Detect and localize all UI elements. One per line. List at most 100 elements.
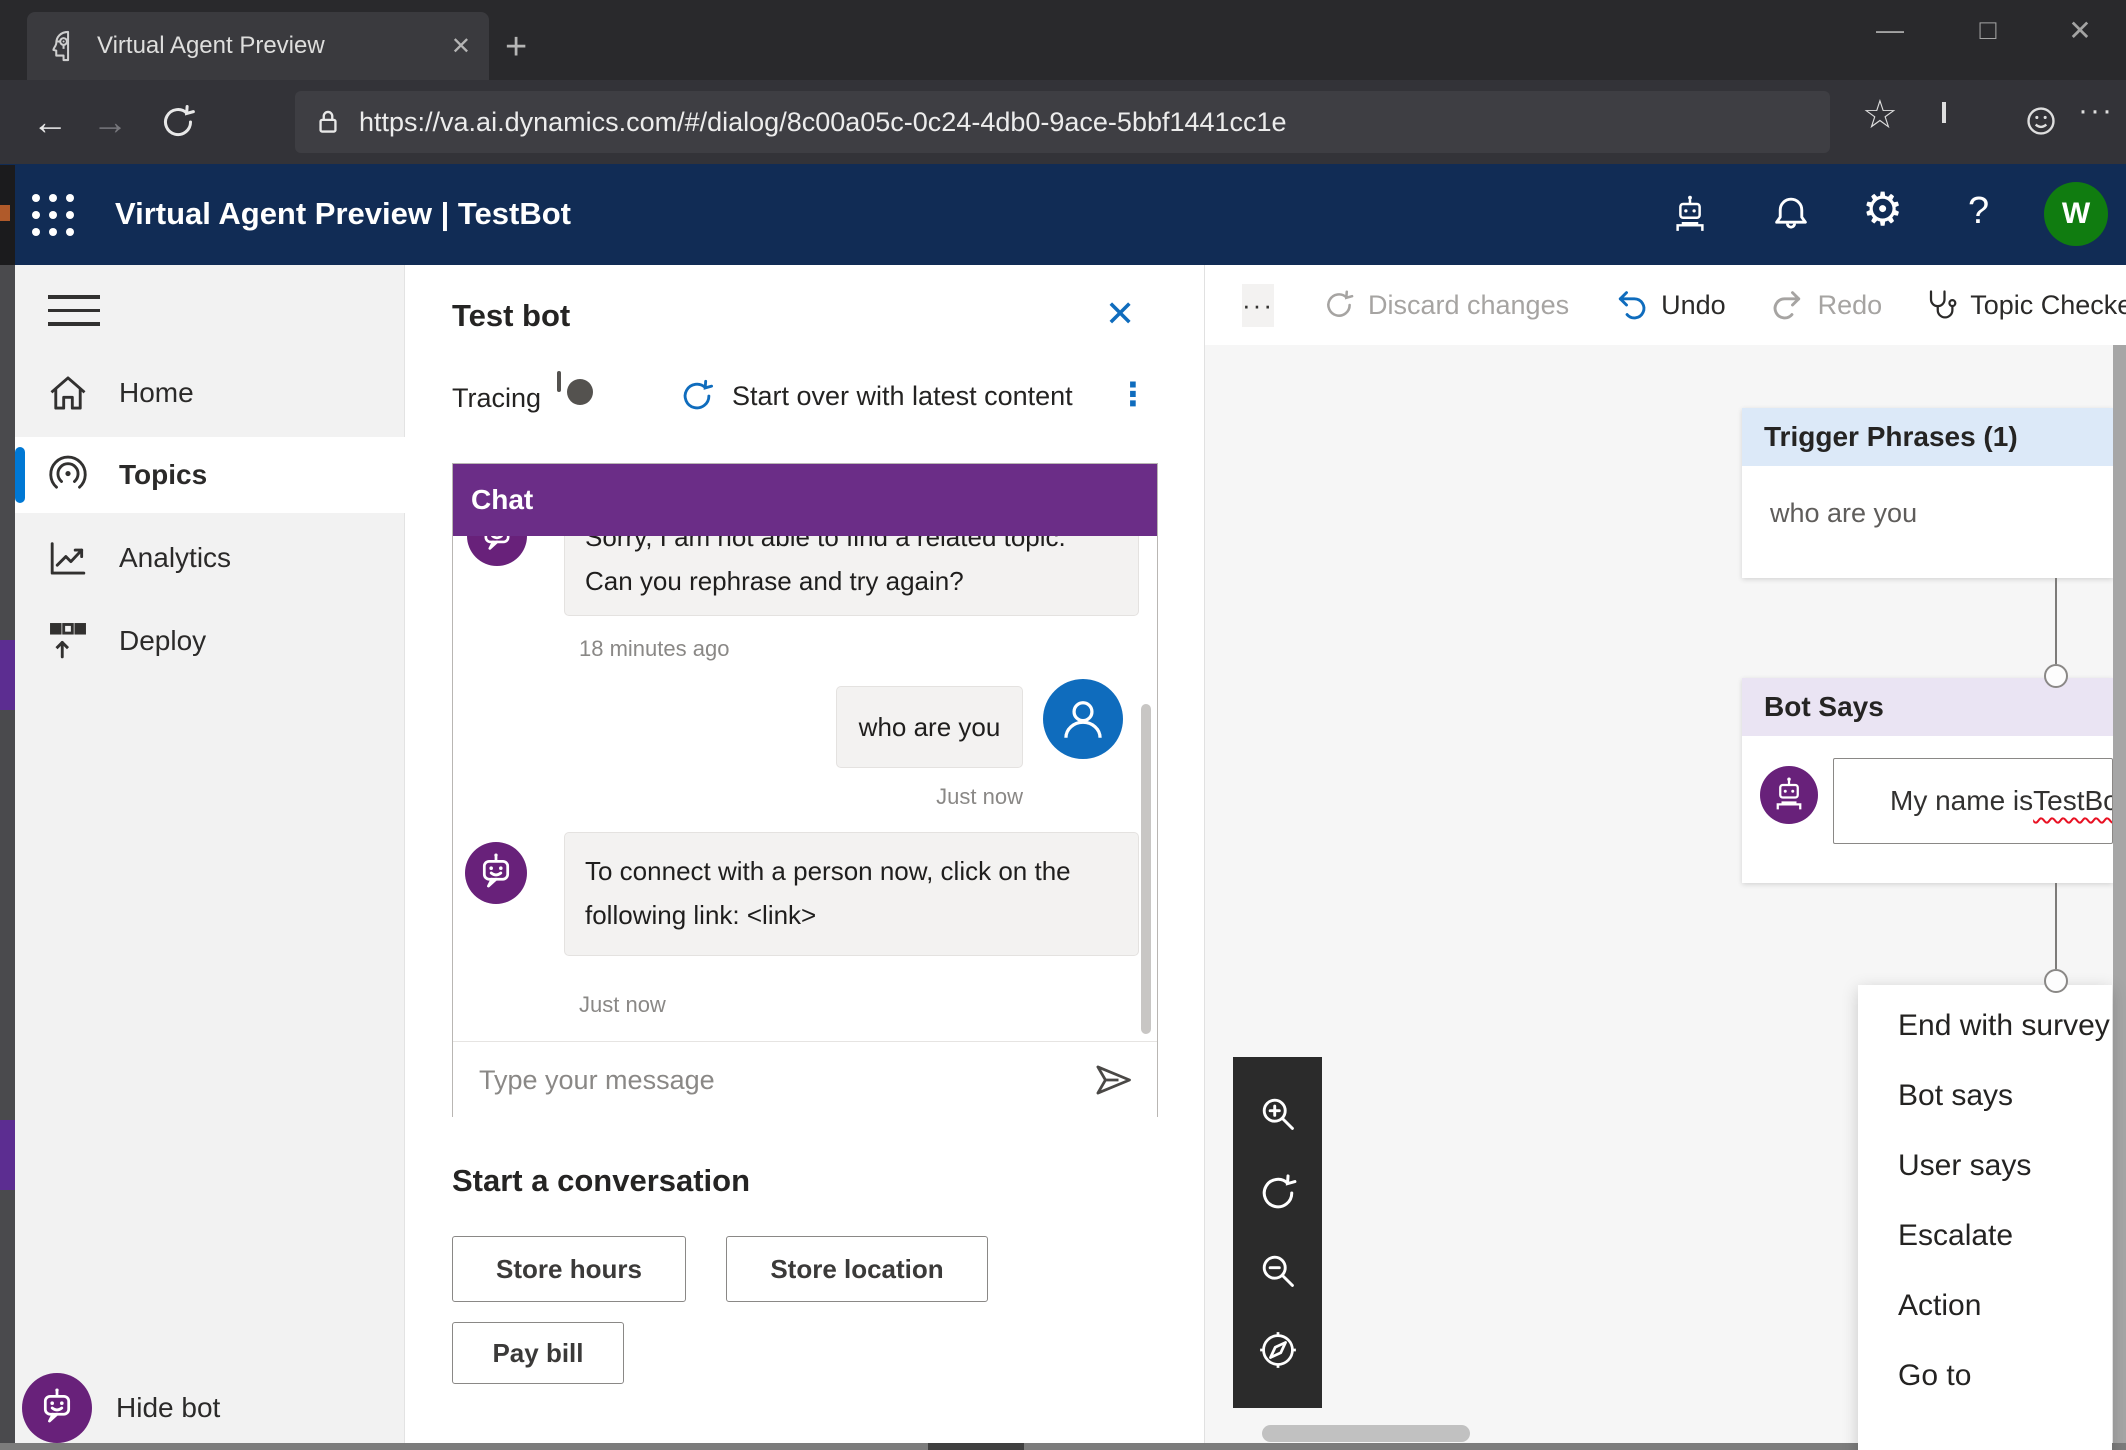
canvas-horizontal-scrollbar[interactable]: [1262, 1425, 1470, 1442]
user-avatar-icon: [1043, 679, 1123, 759]
url-text: https://va.ai.dynamics.com/#/dialog/8c00…: [359, 107, 1287, 138]
menu-item-go-to[interactable]: Go to: [1858, 1341, 2112, 1411]
reset-view-icon[interactable]: [1256, 1171, 1300, 1215]
testbot-panel: Test bot ✕ Tracing Start over with lates…: [405, 265, 1205, 1450]
redo-button[interactable]: Redo: [1770, 287, 1883, 323]
canvas-vertical-scrollbar[interactable]: [2113, 345, 2126, 1450]
undo-button[interactable]: Undo: [1613, 287, 1726, 323]
testbot-kebab-icon[interactable]: ⋮: [1117, 375, 1149, 413]
canvas-toolbar: ··· Discard changes Undo: [1205, 265, 2126, 345]
authoring-canvas: ··· Discard changes Undo: [1205, 265, 2126, 1450]
chat-timestamp: Just now: [579, 992, 666, 1018]
window-close-button[interactable]: ✕: [2058, 14, 2102, 47]
suggestion-store-hours[interactable]: Store hours: [452, 1236, 686, 1302]
sidebar-item-topics[interactable]: Topics: [15, 437, 405, 513]
selected-indicator: [15, 447, 25, 503]
discard-changes-button[interactable]: Discard changes: [1322, 288, 1569, 322]
sidebar-item-label: Home: [119, 377, 194, 409]
menu-item-escalate[interactable]: Escalate: [1858, 1201, 2112, 1271]
tab-title: Virtual Agent Preview: [97, 32, 435, 60]
bot-says-node[interactable]: Bot Says My name is TestBot!: [1742, 678, 2113, 883]
trigger-phrase-text: who are you: [1742, 466, 2113, 529]
browser-tab[interactable]: Virtual Agent Preview ✕: [27, 12, 489, 80]
bottom-window-edge: [0, 1443, 2126, 1450]
hamburger-icon[interactable]: [48, 295, 100, 336]
window-maximize-button[interactable]: □: [1966, 14, 2010, 46]
refresh-button[interactable]: [158, 102, 198, 142]
chat-message-user: who are you: [836, 686, 1023, 768]
url-bar[interactable]: https://va.ai.dynamics.com/#/dialog/8c00…: [295, 91, 1830, 153]
tracing-label: Tracing: [452, 383, 541, 414]
bot-says-message-input[interactable]: My name is TestBot!: [1833, 758, 2113, 844]
zoom-out-icon[interactable]: [1257, 1250, 1299, 1292]
menu-item-bot-says[interactable]: Bot says: [1858, 1061, 2112, 1131]
bot-says-robot-icon: [1760, 766, 1818, 824]
settings-gear-icon[interactable]: ⚙: [1862, 182, 1903, 236]
web-notes-icon[interactable]: [1942, 104, 1946, 122]
browser-tab-bar: Virtual Agent Preview ✕ + — □ ✕: [0, 0, 2126, 80]
lock-icon: [311, 105, 345, 139]
browser-more-icon[interactable]: ···: [2078, 94, 2114, 128]
tracing-toggle[interactable]: [557, 371, 561, 392]
sidebar-item-home[interactable]: Home: [15, 355, 405, 431]
left-strip-mark: [0, 205, 10, 221]
zoom-in-icon[interactable]: [1257, 1093, 1299, 1135]
connector-add-dot[interactable]: [2044, 969, 2068, 993]
window-minimize-button[interactable]: —: [1868, 14, 1912, 46]
sidebar-item-deploy[interactable]: Deploy: [15, 603, 405, 679]
tab-close-icon[interactable]: ✕: [451, 32, 471, 61]
chat-window: Chat Sorry, I am not able to find a rela…: [452, 463, 1158, 1117]
menu-item-end-with-survey[interactable]: End with survey: [1858, 991, 2112, 1061]
feedback-smiley-icon[interactable]: [2022, 102, 2060, 140]
notifications-bell-icon[interactable]: [1768, 192, 1814, 238]
chat-timestamp: Just now: [836, 784, 1023, 810]
start-over-label[interactable]: Start over with latest content: [732, 381, 1073, 412]
trigger-phrases-node[interactable]: Trigger Phrases (1) who are you: [1742, 408, 2113, 578]
app-header: Virtual Agent Preview | TestBot ⚙ ? W: [0, 164, 2126, 265]
minimap-compass-icon[interactable]: [1256, 1328, 1300, 1372]
chat-message-bot: To connect with a person now, click on t…: [564, 832, 1139, 956]
waffle-icon[interactable]: [32, 194, 74, 236]
help-icon[interactable]: ?: [1968, 190, 1989, 233]
chat-message-input[interactable]: [479, 1065, 1091, 1096]
bot-says-message-highlight: TestBot!: [2033, 785, 2113, 817]
add-node-menu: End with survey Bot says User says Escal…: [1858, 985, 2112, 1450]
bottom-scroll-thumb[interactable]: [928, 1443, 1024, 1450]
user-avatar[interactable]: W: [2044, 182, 2108, 246]
bot-says-message-prefix: My name is: [1890, 785, 2033, 817]
send-icon[interactable]: [1091, 1058, 1135, 1102]
testbot-close-icon[interactable]: ✕: [1105, 293, 1135, 335]
back-button[interactable]: ←: [20, 101, 80, 143]
sidebar-item-analytics[interactable]: Analytics: [15, 520, 405, 596]
hide-bot-button[interactable]: Hide bot: [22, 1373, 220, 1443]
start-over-refresh-icon[interactable]: [678, 377, 716, 415]
menu-item-action[interactable]: Action: [1858, 1271, 2112, 1341]
chat-scrollbar[interactable]: [1141, 704, 1151, 1034]
toolbar-more-button[interactable]: ···: [1242, 284, 1274, 327]
deploy-icon: [45, 618, 91, 664]
hatch-square-icon: [1942, 102, 1946, 123]
bot-robot-icon[interactable]: [1668, 193, 1712, 237]
bot-bubble-icon: [22, 1373, 92, 1443]
forward-button[interactable]: →: [80, 101, 140, 143]
home-icon: [45, 370, 91, 416]
connector-line: [2055, 578, 2057, 664]
sidebar-item-label: Analytics: [119, 542, 231, 574]
favorites-star-icon[interactable]: ☆: [1862, 92, 1898, 138]
topic-checker-button[interactable]: Topic Checker: [1922, 287, 2126, 323]
topic-checker-label: Topic Checker: [1970, 290, 2126, 321]
menu-item-user-says[interactable]: User says: [1858, 1131, 2112, 1201]
connector-line: [2055, 883, 2057, 969]
new-tab-button[interactable]: +: [505, 26, 527, 69]
left-strip: [0, 265, 15, 1443]
chat-timestamp: 18 minutes ago: [579, 636, 729, 662]
connector-node-dot[interactable]: [2044, 664, 2068, 688]
suggestion-pay-bill[interactable]: Pay bill: [452, 1322, 624, 1384]
topics-icon: [45, 452, 91, 498]
undo-label: Undo: [1661, 290, 1726, 321]
app-title: Virtual Agent Preview | TestBot: [115, 196, 571, 232]
hide-bot-label: Hide bot: [116, 1392, 220, 1424]
left-strip-purple-1: [0, 640, 15, 710]
suggestion-store-location[interactable]: Store location: [726, 1236, 988, 1302]
canvas-zoom-toolbar: [1233, 1057, 1322, 1408]
